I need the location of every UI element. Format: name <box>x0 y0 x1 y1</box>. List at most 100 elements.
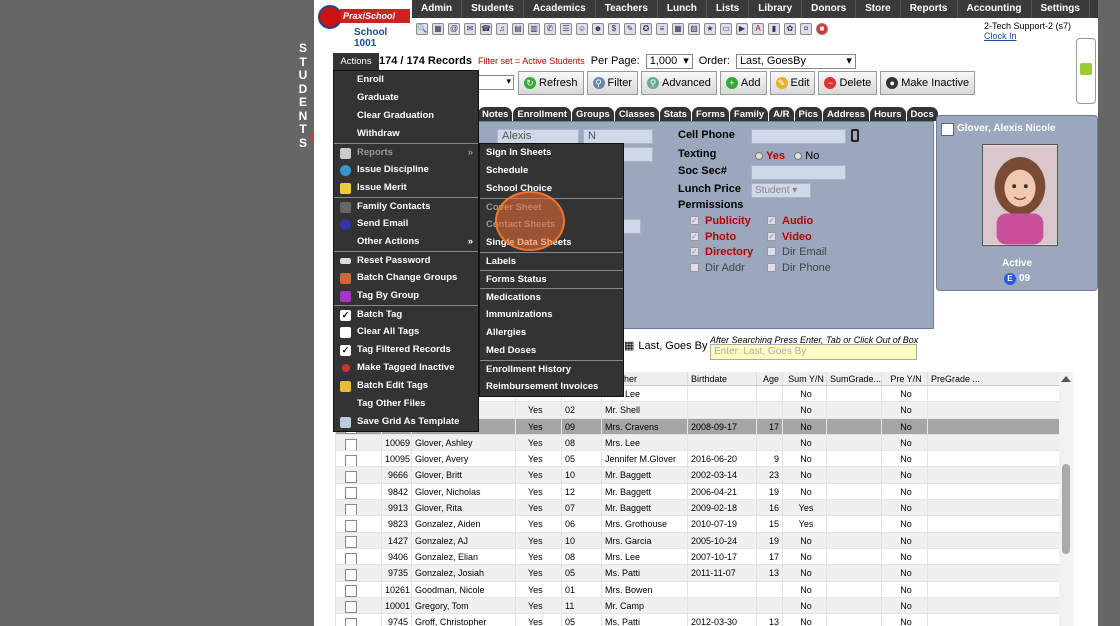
table-row[interactable]: 9735 Gonzalez, Josiah Yes 05 Ms. Patti 2011-1… <box>335 565 1059 582</box>
dir-addr-checkbox[interactable] <box>690 263 699 272</box>
menu-item-reimbursement-invoices[interactable]: Reimbursement Invoices <box>480 378 623 396</box>
side-panel-toggle[interactable] <box>1076 38 1096 104</box>
nav-reports[interactable]: Reports <box>901 0 958 18</box>
row-checkbox[interactable] <box>345 438 357 451</box>
nav-accounting[interactable]: Accounting <box>958 0 1032 18</box>
grid-icon[interactable]: ▦ <box>432 23 444 35</box>
menu-item-school-choice[interactable]: School Choice <box>480 180 623 198</box>
column-header[interactable]: PreGrade ... <box>927 372 987 385</box>
table-row[interactable]: 9745 Groff, Christopher Yes 05 Ms. Patti 2012… <box>335 614 1059 626</box>
texting-no-radio[interactable] <box>794 152 803 161</box>
menu-item-issue-merit[interactable]: Issue Merit <box>334 179 478 197</box>
menu-item-immunizations[interactable]: Immunizations <box>480 306 623 324</box>
clock-in-link[interactable]: Clock In <box>984 31 1071 41</box>
cell-phone-field[interactable] <box>751 129 846 144</box>
refresh-button[interactable]: ↻ Refresh <box>518 71 584 95</box>
tab-groups[interactable]: Groups <box>572 107 614 121</box>
row-checkbox[interactable] <box>345 487 357 500</box>
nav-students[interactable]: Students <box>462 0 524 18</box>
table-row[interactable]: 10001 Gregory, Tom Yes 11 Mr. Camp No No <box>335 597 1059 615</box>
bell-icon[interactable]: ✆ <box>544 23 556 35</box>
order-select[interactable]: Last, GoesBy ▾ <box>735 53 856 69</box>
edit-button[interactable]: ✎ Edit <box>769 71 816 95</box>
dir-email-checkbox[interactable] <box>767 247 776 256</box>
tab-hours[interactable]: Hours <box>870 107 906 121</box>
list-alt-icon[interactable]: ≡ <box>656 23 668 35</box>
tab-a-r[interactable]: A/R <box>769 107 794 121</box>
email-icon[interactable]: @ <box>448 23 460 35</box>
tab-pics[interactable]: Pics <box>794 107 823 121</box>
make-inactive-button[interactable]: ● Make Inactive <box>880 71 976 95</box>
nav-lists[interactable]: Lists <box>707 0 750 18</box>
menu-item-schedule[interactable]: Schedule <box>480 162 623 180</box>
row-checkbox[interactable] <box>345 552 357 565</box>
tab-forms[interactable]: Forms <box>691 107 730 121</box>
menu-item-batch-edit-tags[interactable]: Batch Edit Tags <box>334 377 478 395</box>
menu-item-graduate[interactable]: Graduate <box>334 89 478 107</box>
table-row[interactable]: 10261 Goodman, Nicole Yes 01 Mrs. Bowen No No <box>335 581 1059 598</box>
tab-notes[interactable]: Notes <box>478 107 513 121</box>
table-row[interactable]: 9913 Glover, Rita Yes 07 Mr. Baggett 2009-02-… <box>335 500 1059 517</box>
menu-item-issue-discipline[interactable]: Issue Discipline <box>334 161 478 179</box>
menu-item-sign-in-sheets[interactable]: Sign In Sheets <box>480 144 623 162</box>
menu-item-clear-all-tags[interactable]: Clear All Tags <box>334 323 478 341</box>
person-icon[interactable]: ☺ <box>576 23 588 35</box>
cash-icon[interactable]: ¤ <box>800 23 812 35</box>
grid-calendar-icon[interactable]: ▤ <box>512 23 524 35</box>
actions-menu-button[interactable]: Actions <box>333 53 379 70</box>
chat-icon[interactable]: ✉ <box>464 23 476 35</box>
menu-item-labels[interactable]: Labels <box>480 252 623 270</box>
menu-item-batch-tag[interactable]: ✓ Batch Tag <box>334 305 478 323</box>
tab-enrollment[interactable]: Enrollment <box>513 107 572 121</box>
pdf-icon[interactable]: A <box>752 23 764 35</box>
row-checkbox[interactable] <box>345 601 357 614</box>
soc-sec-field[interactable] <box>751 165 846 180</box>
column-header[interactable]: Birthdate <box>687 372 756 385</box>
table-row[interactable]: 9842 Glover, Nicholas Yes 12 Mr. Baggett 2006… <box>335 483 1059 501</box>
nav-library[interactable]: Library <box>749 0 803 18</box>
grid-alt-icon[interactable]: ▧ <box>688 23 700 35</box>
card-icon[interactable]: ▭ <box>720 23 732 35</box>
badge-icon[interactable]: ★ <box>704 23 716 35</box>
row-checkbox[interactable] <box>345 471 357 483</box>
nav-store[interactable]: Store <box>856 0 901 18</box>
row-checkbox[interactable] <box>345 454 357 467</box>
table-row[interactable]: 9823 Gonzalez, Aiden Yes 06 Mrs. Grothouse 20… <box>335 516 1059 533</box>
row-checkbox[interactable] <box>345 585 357 597</box>
media-icon[interactable]: ▶ <box>736 23 748 35</box>
menu-item-medications[interactable]: Medications <box>480 288 623 306</box>
tab-docs[interactable]: Docs <box>906 107 938 121</box>
menu-item-tag-other-files[interactable]: Tag Other Files <box>334 395 478 413</box>
column-header[interactable]: Sum Y/N <box>782 372 826 385</box>
list-icon[interactable]: ☰ <box>560 23 572 35</box>
tab-stats[interactable]: Stats <box>659 107 691 121</box>
scroll-up-icon[interactable] <box>1061 376 1071 382</box>
sms-icon[interactable]: ☎ <box>480 23 492 35</box>
grid-scrollbar[interactable] <box>1059 372 1073 626</box>
menu-item-allergies[interactable]: Allergies <box>480 324 623 342</box>
menu-item-other-actions[interactable]: Other Actions » <box>334 233 478 251</box>
menu-item-tag-by-group[interactable]: Tag By Group <box>334 287 478 305</box>
dir-phone-checkbox[interactable] <box>767 263 776 272</box>
nav-ts[interactable]: TS <box>1090 0 1098 18</box>
menu-item-save-grid-as-template[interactable]: Save Grid As Template <box>334 413 478 431</box>
logo[interactable]: PraxiSchool School 1001 <box>314 0 412 49</box>
menu-item-make-tagged-inactive[interactable]: Make Tagged Inactive <box>334 359 478 377</box>
news-icon[interactable]: ▦ <box>672 23 684 35</box>
menu-item-med-doses[interactable]: Med Doses <box>480 342 623 360</box>
delete-button[interactable]: − Delete <box>818 71 878 95</box>
row-checkbox[interactable] <box>345 617 357 626</box>
publicity-checkbox[interactable]: ✓ <box>690 216 699 225</box>
menu-item-reset-password[interactable]: Reset Password <box>334 251 478 269</box>
table-row[interactable]: 10095 Glover, Avery Yes 05 Jennifer M.Glover… <box>335 451 1059 468</box>
nav-teachers[interactable]: Teachers <box>596 0 658 18</box>
tab-classes[interactable]: Classes <box>614 107 659 121</box>
nav-academics[interactable]: Academics <box>524 0 596 18</box>
tab-family[interactable]: Family <box>730 107 769 121</box>
money-icon[interactable]: $ <box>608 23 620 35</box>
menu-item-batch-change-groups[interactable]: Batch Change Groups <box>334 269 478 287</box>
scroll-thumb[interactable] <box>1062 464 1070 554</box>
nav-donors[interactable]: Donors <box>802 0 857 18</box>
menu-item-send-email[interactable]: Send Email <box>334 215 478 233</box>
menu-item-family-contacts[interactable]: Family Contacts <box>334 197 478 215</box>
